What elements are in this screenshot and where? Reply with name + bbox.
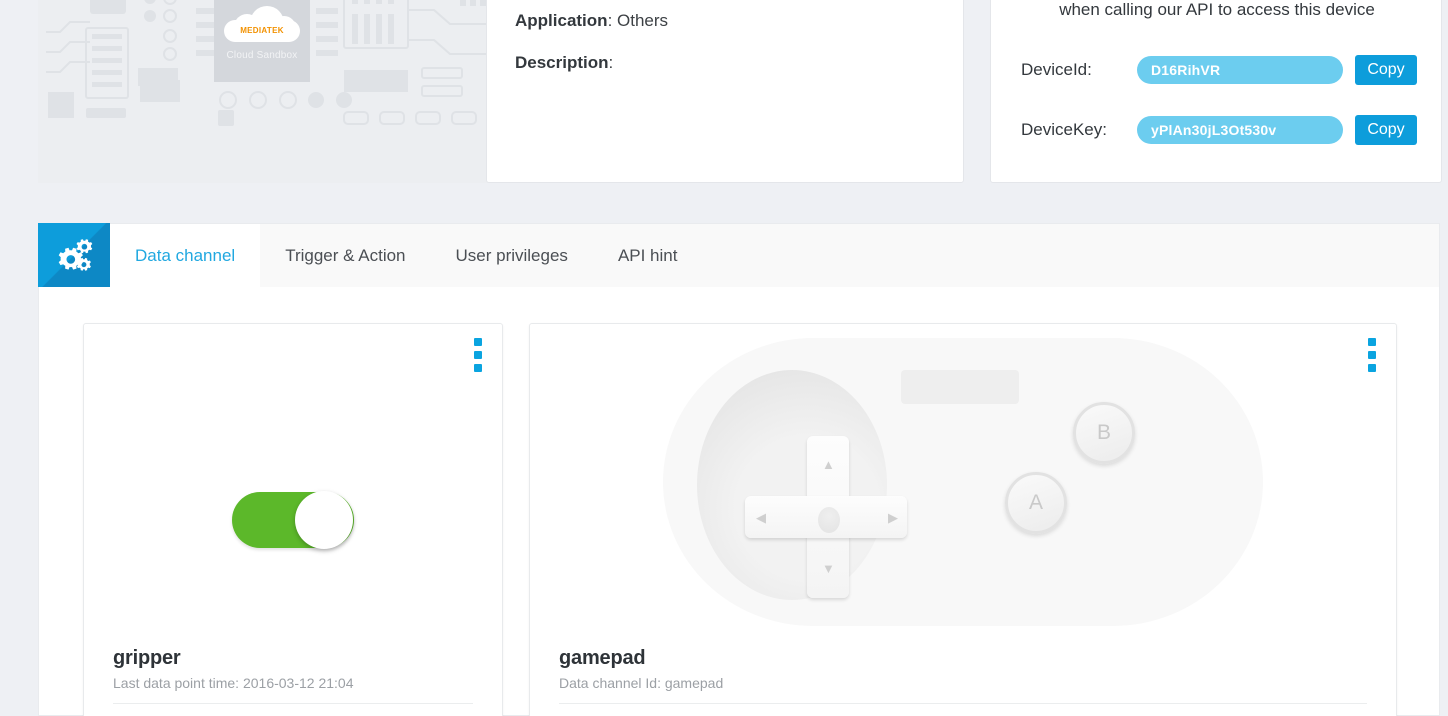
device-image-panel: MEDIATEK Cloud Sandbox [38, 0, 488, 183]
tab-trigger-action[interactable]: Trigger & Action [260, 224, 430, 288]
switch-knob [295, 491, 353, 549]
channel-card-gripper: gripper Last data point time: 2016-03-12… [83, 323, 503, 716]
brand-name: MEDIATEK [240, 26, 284, 35]
gamepad-subtitle: Data channel Id: gamepad [559, 675, 1367, 704]
cloud-icon: MEDIATEK [224, 4, 300, 44]
device-key-row: DeviceKey: yPlAn30jL3Ot530v Copy [1021, 115, 1417, 145]
dpad-base: ▲ ▼ ◀ ▶ [697, 370, 907, 600]
device-credentials-card: when calling our API to access this devi… [990, 0, 1442, 183]
gamepad-title: gamepad [559, 647, 646, 669]
dpad-down-icon[interactable]: ▼ [822, 562, 835, 575]
page-root: MEDIATEK Cloud Sandbox Application: Othe… [0, 0, 1448, 716]
dpad-right-icon[interactable]: ▶ [888, 511, 898, 524]
description-label: Description [515, 53, 609, 72]
dpad-up-icon[interactable]: ▲ [822, 458, 835, 471]
dpad: ▲ ▼ ◀ ▶ [745, 436, 907, 598]
copy-device-key-button[interactable]: Copy [1355, 115, 1417, 145]
device-key-value[interactable]: yPlAn30jL3Ot530v [1137, 116, 1343, 144]
tab-api-hint[interactable]: API hint [593, 224, 703, 288]
device-id-label: DeviceId: [1021, 60, 1092, 79]
application-row: Application: Others [515, 11, 668, 31]
device-summary-row: MEDIATEK Cloud Sandbox Application: Othe… [0, 0, 1448, 183]
tab-bar: Data channel Trigger & Action User privi… [38, 223, 1440, 289]
gripper-subtitle: Last data point time: 2016-03-12 21:04 [113, 675, 473, 704]
gripper-title: gripper [113, 647, 181, 669]
gamepad-button-a[interactable]: A [1005, 472, 1067, 534]
device-id-row: DeviceId: D16RihVR Copy [1021, 55, 1417, 85]
gears-icon [38, 223, 110, 289]
gripper-card-footer: gripper Last data point time: 2016-03-12… [113, 647, 473, 704]
gamepad-card-footer: gamepad Data channel Id: gamepad [559, 647, 1367, 704]
application-label: Application [515, 11, 608, 30]
dpad-left-icon[interactable]: ◀ [756, 511, 766, 524]
tab-list: Data channel Trigger & Action User privi… [110, 224, 703, 289]
credentials-note: when calling our API to access this devi… [1059, 0, 1375, 19]
device-key-label: DeviceKey: [1021, 120, 1107, 139]
gamepad-button-b[interactable]: B [1073, 402, 1135, 464]
dpad-center[interactable] [818, 507, 840, 533]
device-info-card: Application: Others Description: [486, 0, 964, 183]
brand-subtitle: Cloud Sandbox [226, 50, 298, 61]
gamepad-control: ▲ ▼ ◀ ▶ B A [663, 338, 1263, 626]
description-value: : [608, 53, 614, 72]
tab-data-channel[interactable]: Data channel [110, 224, 261, 289]
tab-user-privileges[interactable]: User privileges [431, 224, 593, 288]
gripper-switch[interactable] [232, 491, 354, 549]
gamepad-widget-area: ▲ ▼ ◀ ▶ B A [530, 324, 1396, 634]
product-logo: MEDIATEK Cloud Sandbox [214, 0, 310, 82]
gripper-widget-area [84, 324, 502, 634]
data-channel-panel: gripper Last data point time: 2016-03-12… [38, 287, 1440, 716]
description-row: Description: [515, 53, 613, 73]
device-id-value[interactable]: D16RihVR [1137, 56, 1343, 84]
application-value: : Others [607, 11, 669, 30]
gamepad-display [901, 370, 1019, 404]
copy-device-id-button[interactable]: Copy [1355, 55, 1417, 85]
channel-card-gamepad: ▲ ▼ ◀ ▶ B A gamepad Data channel Id: gam… [529, 323, 1397, 716]
